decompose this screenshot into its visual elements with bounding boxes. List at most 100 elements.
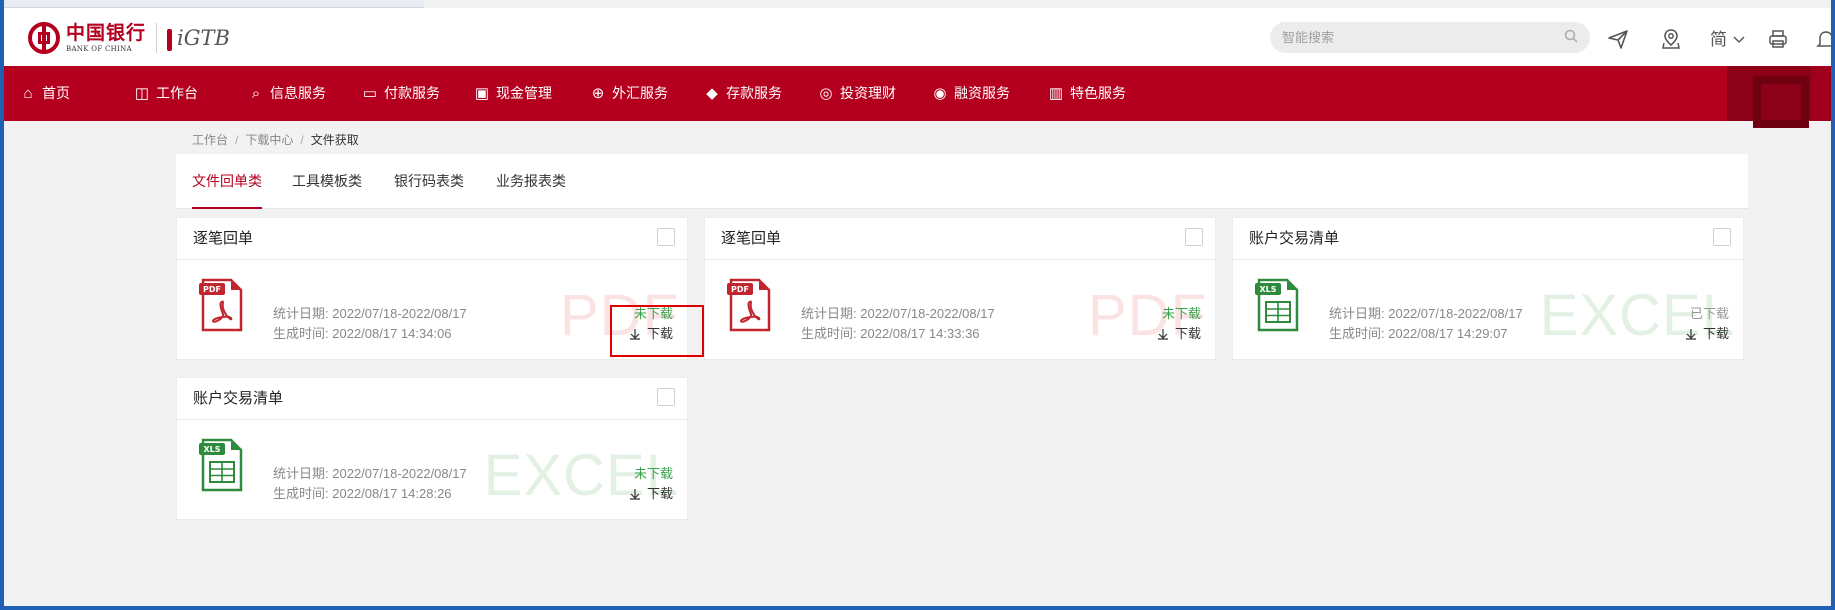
card-meta: 统计日期: 2022/07/18-2022/08/17 生成时间: 2022/0…: [801, 304, 995, 344]
breadcrumb-download-center[interactable]: 下载中心: [245, 133, 293, 147]
product-name: iGTB: [167, 26, 230, 51]
nav-label: 首页: [42, 85, 70, 101]
card-meta: 统计日期: 2022/07/18-2022/08/17 生成时间: 2022/0…: [273, 464, 467, 504]
download-icon: [1685, 329, 1696, 340]
card-divider: [177, 259, 687, 260]
search-input[interactable]: [1282, 30, 1542, 45]
info-search-icon: ⌕: [251, 85, 261, 102]
nav-label: 存款服务: [726, 85, 782, 101]
bell-icon[interactable]: [1814, 28, 1831, 52]
card-divider: [177, 419, 687, 420]
send-icon[interactable]: [1606, 28, 1630, 52]
invest-icon: ◎: [819, 85, 833, 102]
stat-date-value: 2022/07/18-2022/08/17: [332, 306, 467, 321]
download-button[interactable]: 下载: [1685, 324, 1729, 344]
nav-item-cash[interactable]: ▣ 现金管理: [474, 66, 552, 121]
annotation-highlight-box: [610, 305, 704, 357]
gen-time-row: 生成时间: 2022/08/17 14:29:07: [1329, 324, 1523, 344]
tab-bank-code-tables[interactable]: 银行码表类: [394, 154, 464, 209]
language-switch[interactable]: 简: [1710, 28, 1746, 52]
download-button[interactable]: 下载: [629, 484, 673, 504]
card-title: 账户交易清单: [193, 390, 284, 407]
nav-item-info[interactable]: ⌕ 信息服务: [248, 66, 326, 121]
card-checkbox[interactable]: [1713, 228, 1731, 246]
nav-item-forex[interactable]: ⊕ 外汇服务: [590, 66, 668, 121]
breadcrumb-separator: /: [300, 133, 304, 147]
card-checkbox[interactable]: [657, 228, 675, 246]
card-meta: 统计日期: 2022/07/18-2022/08/17 生成时间: 2022/0…: [273, 304, 467, 344]
finance-icon: ◉: [933, 85, 947, 102]
breadcrumb-current: 文件获取: [310, 133, 359, 147]
building-icon: ▥: [1048, 85, 1064, 102]
download-status: 未下载: [1161, 306, 1201, 321]
card-checkbox[interactable]: [657, 388, 675, 406]
card-title: 逐笔回单: [193, 230, 254, 247]
stat-date-label: 统计日期:: [273, 306, 329, 321]
gen-time-label: 生成时间:: [273, 326, 329, 341]
stat-date-label: 统计日期:: [801, 306, 857, 321]
card-title: 账户交易清单: [1249, 230, 1340, 247]
payment-icon: ▭: [362, 85, 378, 102]
file-card: 账户交易清单 EXCEL XLS 统计日期: 2022/07/18-2022/0…: [1232, 217, 1744, 360]
card-title: 逐笔回单: [721, 230, 782, 247]
pdf-file-icon: PDF: [727, 278, 771, 332]
bank-name-en: BANK OF CHINA: [66, 44, 132, 53]
nav-item-payment[interactable]: ▭ 付款服务: [362, 66, 440, 121]
nav-item-finance[interactable]: ◉ 融资服务: [932, 66, 1010, 121]
download-status: 已下载: [1689, 306, 1729, 321]
card-checkbox[interactable]: [1185, 228, 1203, 246]
download-label: 下载: [646, 486, 673, 501]
gen-time-label: 生成时间:: [801, 326, 857, 341]
browser-frame: 中国银行 BANK OF CHINA iGTB 简: [4, 0, 1831, 606]
boc-logo-icon: [28, 22, 60, 54]
nav-item-workbench[interactable]: ◫ 工作台: [134, 66, 198, 121]
main-nav: ⌂ 首页 ◫ 工作台 ⌕ 信息服务 ▭ 付款服务 ▣ 现金管理 ⊕ 外汇服务 ◆ 存款服务 ◎…: [4, 66, 1831, 128]
search-box[interactable]: [1270, 22, 1590, 53]
location-icon[interactable]: [1659, 28, 1683, 52]
search-icon[interactable]: [1564, 28, 1578, 47]
pdf-file-icon: PDF: [199, 278, 243, 332]
breadcrumb-workbench[interactable]: 工作台: [192, 133, 228, 147]
download-button[interactable]: 下载: [1157, 324, 1201, 344]
card-divider: [705, 259, 1215, 260]
tab-bar: 文件回单类 工具模板类 银行码表类 业务报表类: [176, 154, 1748, 209]
nav-label: 现金管理: [496, 85, 552, 101]
stat-date-label: 统计日期:: [273, 466, 329, 481]
xls-file-icon: XLS: [1255, 278, 1299, 332]
print-icon[interactable]: [1766, 28, 1790, 52]
nav-item-home[interactable]: ⌂ 首页: [20, 66, 70, 121]
download-label: 下载: [1174, 326, 1201, 341]
gen-time-value: 2022/08/17 14:28:26: [332, 486, 452, 501]
card-divider: [1233, 259, 1743, 260]
gen-time-row: 生成时间: 2022/08/17 14:33:36: [801, 324, 995, 344]
gen-time-value: 2022/08/17 14:29:07: [1388, 326, 1508, 341]
gen-time-value: 2022/08/17 14:33:36: [860, 326, 980, 341]
nav-label: 工作台: [156, 85, 198, 101]
forex-icon: ⊕: [591, 85, 605, 102]
breadcrumb-separator: /: [235, 133, 239, 147]
nav-item-deposit[interactable]: ◆ 存款服务: [704, 66, 782, 121]
boc-wordmark: 中国银行 BANK OF CHINA: [66, 21, 147, 53]
bank-name-cn: 中国银行: [66, 21, 147, 44]
file-card: 逐笔回单 PDF PDF 统计日期: 2022/07/18-2022/08/17…: [704, 217, 1216, 360]
nav-label: 信息服务: [270, 85, 326, 101]
nav-label: 投资理财: [840, 85, 896, 101]
nav-label: 外汇服务: [612, 85, 668, 101]
stat-date-row: 统计日期: 2022/07/18-2022/08/17: [801, 304, 995, 324]
svg-text:XLS: XLS: [1259, 285, 1276, 294]
stat-date-label: 统计日期:: [1329, 306, 1385, 321]
tab-tool-templates[interactable]: 工具模板类: [292, 154, 362, 209]
nav-item-special[interactable]: ▥ 特色服务: [1048, 66, 1126, 121]
tab-business-reports[interactable]: 业务报表类: [496, 154, 566, 209]
chart-icon: ◫: [134, 85, 150, 102]
tab-file-receipts[interactable]: 文件回单类: [192, 154, 262, 209]
language-label: 简: [1710, 30, 1727, 50]
gen-time-row: 生成时间: 2022/08/17 14:34:06: [273, 324, 467, 344]
gen-time-label: 生成时间:: [1329, 326, 1385, 341]
logo[interactable]: 中国银行 BANK OF CHINA iGTB: [28, 22, 230, 54]
nav-item-invest[interactable]: ◎ 投资理财: [818, 66, 896, 121]
card-meta: 统计日期: 2022/07/18-2022/08/17 生成时间: 2022/0…: [1329, 304, 1523, 344]
stat-date-row: 统计日期: 2022/07/18-2022/08/17: [273, 464, 467, 484]
home-icon: ⌂: [23, 85, 33, 102]
gen-time-label: 生成时间:: [273, 486, 329, 501]
